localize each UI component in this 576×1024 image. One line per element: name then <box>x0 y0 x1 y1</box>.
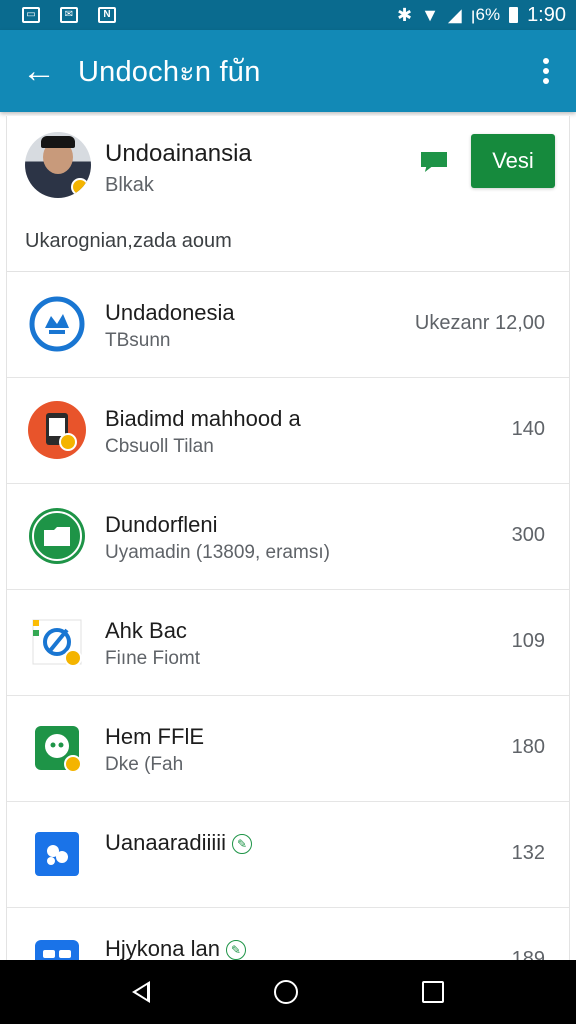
image-notification-icon: ▭ <box>22 7 40 23</box>
phone-app-icon <box>28 401 86 459</box>
item-subtitle: Cbsuoll Tilan <box>105 436 214 457</box>
list-item[interactable]: Biadimd mahhood a Cbsuoll Tilan 140 <box>7 378 569 484</box>
status-bar: ▭ ✉ N ✱ ▼ ◢ ꞁ6% 1:90 <box>0 0 576 30</box>
nav-recents-icon[interactable] <box>422 981 444 1003</box>
leaf-tag-icon: ✎ <box>225 940 246 960</box>
item-value: 189 <box>511 948 545 960</box>
profile-header: Undoainansia Blkak Vesi Ukarognian,zada … <box>7 116 569 272</box>
clock: 1:90 <box>527 3 566 26</box>
profile-description: Ukarognian,zada aoum <box>25 230 232 252</box>
folder-app-icon <box>29 508 85 564</box>
item-value: 109 <box>511 630 545 652</box>
item-title: Uanaaradiiiii ✎ <box>105 830 253 856</box>
cloud-app-icon <box>35 832 79 876</box>
item-value: 132 <box>511 842 545 864</box>
battery-icon <box>509 7 519 23</box>
item-subtitle: Dke (Fah <box>105 754 184 775</box>
battery-percent: ꞁ6% <box>470 5 501 24</box>
leaf-tag-icon: ✎ <box>232 834 253 855</box>
list-item[interactable]: Hjykona lan ✎ 189 <box>7 908 569 960</box>
profile-subtitle: Blkak <box>105 174 154 196</box>
news-notification-icon: N <box>98 7 116 23</box>
calculator-app-icon <box>35 940 79 960</box>
list-item[interactable]: Ahk Bac Fiıne Fiomt 109 <box>7 590 569 696</box>
navigation-bar <box>0 960 576 1024</box>
nav-back-icon[interactable] <box>132 981 150 1003</box>
mail-notification-icon: ✉ <box>60 7 78 23</box>
list-item[interactable]: Undadonesia TBsunn Ukezanr 12,00 <box>7 272 569 378</box>
item-value: 300 <box>511 524 545 546</box>
item-value: Ukezanr 12,00 <box>414 312 545 334</box>
shield-logo-icon <box>29 296 85 352</box>
overflow-menu-icon[interactable] <box>516 30 576 112</box>
item-title: Undadonesia <box>105 300 235 325</box>
list-item[interactable]: Uanaaradiiiii ✎ 132 <box>7 802 569 908</box>
profile-name: Undoainansia <box>105 140 252 167</box>
list-item[interactable]: Dundorfleni Uyamadin (13809, eramsı) 300 <box>7 484 569 590</box>
bluetooth-icon: ✱ <box>397 5 413 25</box>
item-title: Dundorfleni <box>105 512 218 537</box>
item-subtitle: Fiıne Fiomt <box>105 648 201 669</box>
item-title: Ahk Bac <box>105 618 187 643</box>
item-value: 140 <box>511 418 545 440</box>
chart-app-icon <box>32 619 82 667</box>
avatar[interactable] <box>25 132 91 198</box>
nav-home-icon[interactable] <box>274 980 298 1004</box>
page-title: Undochะn fuัn <box>78 56 261 88</box>
visit-button[interactable]: Vesi <box>471 134 555 188</box>
item-title: Hjykona lan ✎ <box>105 936 246 960</box>
app-bar: ← Undochะn fuัn <box>0 30 576 112</box>
signal-icon: ◢ <box>447 5 462 25</box>
content-card: Undoainansia Blkak Vesi Ukarognian,zada … <box>6 116 570 960</box>
wifi-icon: ▼ <box>421 5 439 25</box>
message-icon[interactable] <box>421 152 447 172</box>
item-title: Hem FFlE <box>105 724 204 749</box>
back-arrow-icon[interactable]: ← <box>0 30 78 112</box>
item-subtitle: TBsunn <box>105 330 171 351</box>
verified-badge-icon <box>71 178 89 196</box>
item-subtitle: Uyamadin (13809, eramsı) <box>105 542 330 563</box>
list-item[interactable]: Hem FFlE Dke (Fah 180 <box>7 696 569 802</box>
item-title: Biadimd mahhood a <box>105 406 301 431</box>
chat-app-icon <box>35 726 82 773</box>
item-value: 180 <box>511 736 545 758</box>
